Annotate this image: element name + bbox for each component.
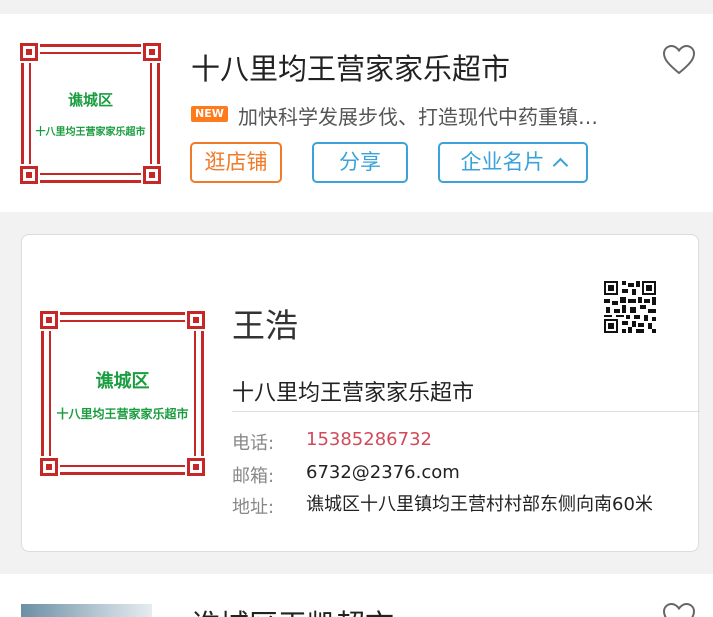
- business-card-toggle-button[interactable]: 企业名片: [438, 142, 588, 183]
- shop-title[interactable]: 十八里均王营家家乐超市: [191, 46, 510, 88]
- address-label: 地址:: [232, 497, 275, 518]
- business-card: 谯城区 十八里均王营家家乐超市 王浩 十八里均王营家家乐超市 电话: 15385…: [21, 234, 700, 552]
- logo-corner: [18, 41, 40, 63]
- logo-corner: [185, 456, 207, 478]
- heart-icon[interactable]: [662, 602, 696, 617]
- top-strip: [0, 0, 713, 14]
- chevron-up-icon: [552, 157, 568, 173]
- card-company-name: 十八里均王营家家乐超市: [232, 381, 475, 406]
- card-logo: 谯城区 十八里均王营家家乐超市: [38, 309, 207, 478]
- logo-corner: [141, 41, 163, 63]
- shop-card[interactable]: 谯城区 十八里均王营家家乐超市 十八里均王营家家乐超市 NEW 加快科学发展步伐…: [0, 14, 713, 212]
- contact-name: 王浩: [232, 306, 298, 345]
- share-label: 分享: [339, 150, 381, 174]
- logo-district: 谯城区: [95, 371, 150, 392]
- phone-label: 电话:: [232, 433, 275, 454]
- shop-news[interactable]: 加快科学发展步伐、打造现代中药重镇…: [238, 101, 633, 130]
- logo-corner: [185, 309, 207, 331]
- address-value: 谯城区十八里镇均王营村村部东侧向南60米: [306, 494, 653, 515]
- next-shop-card[interactable]: 谯城区玉凯超市: [0, 574, 713, 617]
- logo-district: 谯城区: [67, 91, 113, 109]
- email-label: 邮箱:: [232, 466, 275, 487]
- phone-link[interactable]: 15385286732: [306, 429, 432, 450]
- business-card-label: 企业名片: [460, 150, 545, 174]
- logo-corner: [38, 309, 60, 331]
- logo-shop-name: 十八里均王营家家乐超市: [35, 127, 146, 138]
- new-badge: NEW: [191, 106, 228, 122]
- heart-icon[interactable]: [662, 44, 696, 76]
- next-shop-thumbnail[interactable]: [21, 604, 152, 617]
- shop-logo[interactable]: 谯城区 十八里均王营家家乐超市: [18, 41, 163, 186]
- logo-corner: [18, 164, 40, 186]
- logo-corner: [141, 164, 163, 186]
- visit-shop-label: 逛店铺: [204, 150, 268, 174]
- visit-shop-button[interactable]: 逛店铺: [190, 142, 282, 183]
- logo-shop-name: 十八里均王营家家乐超市: [56, 407, 189, 421]
- share-button[interactable]: 分享: [312, 142, 408, 183]
- next-shop-title[interactable]: 谯城区玉凯超市: [191, 602, 394, 617]
- card-divider: [232, 411, 700, 412]
- email-value: 6732@2376.com: [306, 462, 460, 483]
- qr-code-icon[interactable]: [604, 281, 656, 333]
- logo-corner: [38, 456, 60, 478]
